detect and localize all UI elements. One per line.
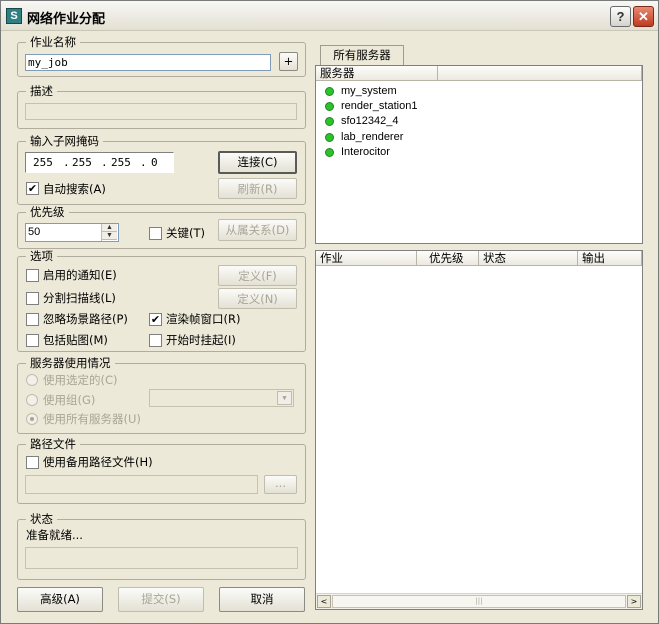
render-frame-window-label: 渲染帧窗口(R): [166, 312, 241, 326]
use-selected-radio[interactable]: [26, 374, 38, 386]
status-text: 准备就绪...: [26, 528, 83, 542]
refresh-button[interactable]: 刷新(R): [218, 178, 297, 199]
online-status-icon: [325, 87, 334, 96]
scroll-right-icon[interactable]: >: [627, 595, 641, 608]
online-status-icon: [325, 148, 334, 157]
advanced-button[interactable]: 高级(A): [17, 587, 103, 612]
spin-down-icon[interactable]: ▼: [102, 232, 117, 240]
path-file-group: 路径文件: [17, 437, 306, 504]
network-job-assignment-window: S 网络作业分配 ? ✕ 作业名称 my_job + 描述 输入子网掩码 255…: [0, 0, 659, 624]
servers-column-header[interactable]: 服务器: [316, 66, 438, 81]
critical-checkbox[interactable]: [149, 227, 162, 240]
use-all-servers-label: 使用所有服务器(U): [43, 412, 141, 426]
path-file-input[interactable]: [25, 475, 258, 494]
dropdown-arrow-icon[interactable]: ▼: [277, 391, 292, 405]
online-status-icon: [325, 102, 334, 111]
job-name-label: 作业名称: [26, 35, 80, 49]
use-selected-label: 使用选定的(C): [43, 373, 118, 387]
server-name: my_system: [341, 85, 397, 97]
alt-path-file-label: 使用备用路径文件(H): [43, 455, 153, 469]
subnet-label: 输入子网掩码: [26, 134, 103, 148]
subnet-octet-3: 255: [111, 156, 131, 169]
subnet-octet-2: 255: [72, 156, 92, 169]
status-label: 状态: [26, 512, 57, 526]
priority-spin-buttons[interactable]: ▲ ▼: [101, 224, 117, 241]
split-scan-checkbox[interactable]: [26, 292, 39, 305]
alt-path-file-checkbox[interactable]: [26, 456, 39, 469]
use-group-label: 使用组(G): [43, 393, 96, 407]
options-label: 选项: [26, 249, 57, 263]
window-title: 网络作业分配: [27, 12, 106, 27]
server-name: sfo12342_4: [341, 115, 399, 127]
enable-notify-label: 启用的通知(E): [43, 268, 117, 282]
status-progress-field: [25, 547, 298, 569]
close-button[interactable]: ✕: [633, 6, 654, 27]
auto-search-checkbox[interactable]: ✔: [26, 182, 39, 195]
description-input[interactable]: [25, 103, 297, 120]
use-all-servers-radio[interactable]: [26, 413, 38, 425]
subnet-dot-3: .: [140, 156, 147, 169]
enable-notify-checkbox[interactable]: [26, 269, 39, 282]
use-group-radio[interactable]: [26, 394, 38, 406]
start-suspended-checkbox[interactable]: [149, 334, 162, 347]
define-notify-button[interactable]: 定义(F): [218, 265, 297, 286]
server-name: lab_renderer: [341, 131, 404, 143]
jobs-column-job[interactable]: 作业: [316, 251, 417, 266]
scroll-thumb[interactable]: |||: [332, 595, 626, 608]
submit-button[interactable]: 提交(S): [118, 587, 204, 612]
jobs-list[interactable]: 作业 优先级 状态 输出 < ||| >: [315, 250, 643, 610]
browse-path-button[interactable]: ...: [264, 475, 297, 494]
cancel-button[interactable]: 取消: [219, 587, 305, 612]
priority-spinner[interactable]: 50 ▲ ▼: [25, 223, 119, 242]
critical-label: 关键(T): [166, 226, 205, 240]
define-split-button[interactable]: 定义(N): [218, 288, 297, 309]
title-bar[interactable]: S 网络作业分配 ? ✕: [1, 1, 658, 31]
jobs-column-status[interactable]: 状态: [479, 251, 578, 266]
servers-list[interactable]: 服务器 my_system render_station1 sfo12342_4…: [315, 65, 643, 244]
group-dropdown[interactable]: ▼: [149, 389, 294, 407]
add-job-name-button[interactable]: +: [279, 52, 298, 71]
priority-label: 优先级: [26, 205, 69, 219]
ignore-scene-path-label: 忽略场景路径(P): [43, 312, 128, 326]
start-suspended-label: 开始时挂起(I): [166, 333, 236, 347]
server-name: render_station1: [341, 100, 418, 112]
online-status-icon: [325, 117, 334, 126]
servers-column-header-blank[interactable]: [438, 66, 642, 81]
subnet-dot-2: .: [101, 156, 108, 169]
path-file-label: 路径文件: [26, 437, 80, 451]
server-usage-label: 服务器使用情况: [26, 356, 115, 370]
auto-search-label: 自动搜索(A): [43, 182, 106, 196]
render-frame-window-checkbox[interactable]: ✔: [149, 313, 162, 326]
server-name: Interocitor: [341, 146, 390, 158]
app-icon: S: [6, 8, 22, 24]
ignore-scene-path-checkbox[interactable]: [26, 313, 39, 326]
description-label: 描述: [26, 84, 57, 98]
job-name-input[interactable]: my_job: [25, 54, 271, 71]
subnet-octet-4: 0: [151, 156, 158, 169]
subnet-mask-input[interactable]: 255 . 255 . 255 . 0: [25, 152, 174, 173]
online-status-icon: [325, 133, 334, 142]
include-maps-label: 包括贴图(M): [43, 333, 108, 347]
include-maps-checkbox[interactable]: [26, 334, 39, 347]
jobs-column-output[interactable]: 输出: [578, 251, 642, 266]
dependencies-button[interactable]: 从属关系(D): [218, 219, 297, 241]
subnet-dot-1: .: [63, 156, 70, 169]
subnet-octet-1: 255: [33, 156, 53, 169]
jobs-horizontal-scrollbar[interactable]: < ||| >: [316, 593, 642, 609]
spin-up-icon[interactable]: ▲: [102, 224, 117, 232]
priority-value: 50: [28, 226, 41, 238]
split-scan-label: 分割扫描线(L): [43, 291, 116, 305]
connect-button[interactable]: 连接(C): [218, 151, 297, 174]
jobs-column-priority[interactable]: 优先级: [417, 251, 479, 266]
help-button[interactable]: ?: [610, 6, 631, 27]
tab-all-servers[interactable]: 所有服务器: [320, 45, 404, 66]
scroll-left-icon[interactable]: <: [317, 595, 331, 608]
